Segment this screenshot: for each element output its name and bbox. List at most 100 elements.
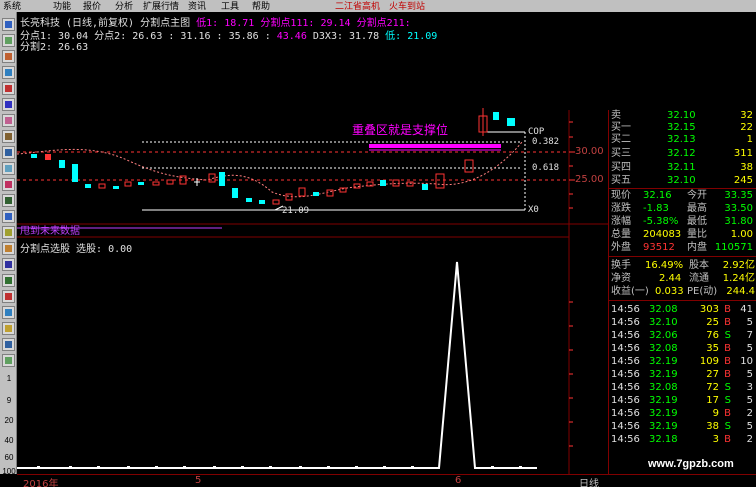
menu-item-quote[interactable]: 报价 (83, 0, 101, 12)
x0-label: X0 (528, 205, 539, 215)
toolbar-button-22[interactable] (2, 354, 15, 367)
move-icon (5, 309, 12, 316)
tick-row: 14:56 32.18 3 B 2 (609, 434, 756, 446)
tick-vol: 35 (706, 343, 719, 354)
tick-side: B (724, 369, 731, 380)
menu-item-tools[interactable]: 工具 (221, 0, 239, 12)
tick-row: 14:56 32.19 27 B 5 (609, 369, 756, 381)
toolbar-button-15[interactable] (2, 242, 15, 255)
fund-row-1: 换手 16.49% 股本 2.92亿 (611, 260, 755, 271)
toolbar-button-16[interactable] (2, 258, 15, 271)
cursor-icon (5, 293, 12, 300)
tick-vol: 3 (712, 434, 719, 445)
toolbar-button-17[interactable] (2, 274, 15, 287)
sub-chart-title[interactable]: 分割点选股 (20, 244, 70, 255)
tick-row: 14:56 32.06 76 S 7 (609, 330, 756, 342)
compare-icon (5, 229, 12, 236)
toolbar-button-3[interactable] (2, 50, 15, 63)
tick-side: S (724, 330, 731, 341)
toolbar-button-20[interactable] (2, 322, 15, 335)
tick-side: S (724, 395, 731, 406)
menu-item-ext-market[interactable]: 扩展行情 (143, 0, 179, 12)
tick-vol: 109 (699, 356, 719, 367)
tick-vol: 303 (699, 304, 719, 315)
stat-row-4: 总量 204083 量比 1.00 (611, 229, 753, 240)
pie-icon (5, 197, 12, 204)
tick-price: 32.19 (649, 421, 678, 432)
tick-n: 5 (746, 421, 753, 432)
tick-vol: 17 (706, 395, 719, 406)
tick-n: 3 (746, 382, 753, 393)
tick-vol: 9 (712, 408, 719, 419)
toolbar-button-7[interactable] (2, 114, 15, 127)
bid-row-3: 买三 32.12 311 (611, 148, 753, 159)
menu-item-system[interactable]: 系统 (3, 0, 21, 12)
menu-link-right-1[interactable]: 二江省高机 (335, 0, 380, 12)
toolbar-button-21[interactable] (2, 338, 15, 351)
fx-icon (5, 149, 12, 156)
left-toolbar: 1 9 20 40 60 100 (0, 12, 17, 476)
tick-row: 14:56 32.08 303 B 41 (609, 304, 756, 316)
tick-price: 32.19 (649, 356, 678, 367)
quote-panel: 卖 32.10 32 买一 32.15 22 买二 32.13 1 买三 32.12 311 买… (608, 110, 756, 474)
tick-vol: 27 (706, 369, 719, 380)
toolbar-button-4[interactable] (2, 66, 15, 79)
period-label[interactable]: 日线 (579, 475, 599, 487)
tick-time: 14:56 (611, 395, 640, 406)
candle-icon (5, 117, 12, 124)
toolbar-button-8[interactable] (2, 130, 15, 143)
arrow-icon (5, 21, 12, 28)
axis-label-6: 6 (455, 475, 462, 486)
toolbar-button-5[interactable] (2, 82, 15, 95)
stat-row-5: 外盘 93512 内盘 110571 (611, 242, 753, 253)
window-icon (5, 213, 12, 220)
overlap-zone-bar (369, 144, 501, 148)
list-icon (5, 69, 12, 76)
toolbar-button-14[interactable] (2, 226, 15, 239)
toolbar-button-6[interactable] (2, 98, 15, 111)
rsi-icon (5, 261, 12, 268)
toolbar-button-10[interactable] (2, 162, 15, 175)
menu-link-right-2[interactable]: 火车到站 (389, 0, 425, 12)
tick-n: 5 (746, 369, 753, 380)
menu-item-help[interactable]: 帮助 (252, 0, 270, 12)
toolbar-button-9[interactable] (2, 146, 15, 159)
tick-time: 14:56 (611, 356, 640, 367)
period-20[interactable]: 20 (2, 416, 16, 425)
toolbar-button-1[interactable] (2, 18, 15, 31)
doc-icon (5, 165, 12, 172)
tick-time: 14:56 (611, 408, 640, 419)
tick-n: 10 (740, 356, 753, 367)
toolbar-button-2[interactable] (2, 34, 15, 47)
tick-side: B (724, 408, 731, 419)
zoom-icon (5, 277, 12, 284)
menu-item-news[interactable]: 资讯 (188, 0, 206, 12)
toolbar-button-11[interactable] (2, 178, 15, 191)
toolbar-button-18[interactable] (2, 290, 15, 303)
tick-time: 14:56 (611, 382, 640, 393)
stats-icon (5, 245, 12, 252)
period-100[interactable]: 100 (2, 467, 16, 476)
tick-side: S (724, 382, 731, 393)
price-tick-25: 25.00 (575, 174, 604, 185)
axis-label-2016: 2016年 (23, 479, 59, 487)
period-40[interactable]: 40 (2, 436, 16, 445)
f10-icon (5, 341, 12, 348)
tick-price: 32.08 (649, 382, 678, 393)
tick-price: 32.08 (649, 343, 678, 354)
toolbar-button-12[interactable] (2, 194, 15, 207)
bars-icon (5, 85, 12, 92)
tick-n: 5 (746, 395, 753, 406)
fib-382-label: 0.382 (532, 137, 560, 147)
period-9[interactable]: 9 (2, 396, 16, 405)
menu-item-analysis[interactable]: 分析 (115, 0, 133, 12)
tick-price: 32.19 (649, 408, 678, 419)
menu-item-function[interactable]: 功能 (53, 0, 71, 12)
toolbar-button-19[interactable] (2, 306, 15, 319)
period-60[interactable]: 60 (2, 453, 16, 462)
toolbar-button-13[interactable] (2, 210, 15, 223)
price-tick-30: 30.00 (575, 146, 604, 157)
vol-icon (5, 181, 12, 188)
period-1[interactable]: 1 (2, 374, 16, 383)
chart-icon (5, 53, 12, 60)
